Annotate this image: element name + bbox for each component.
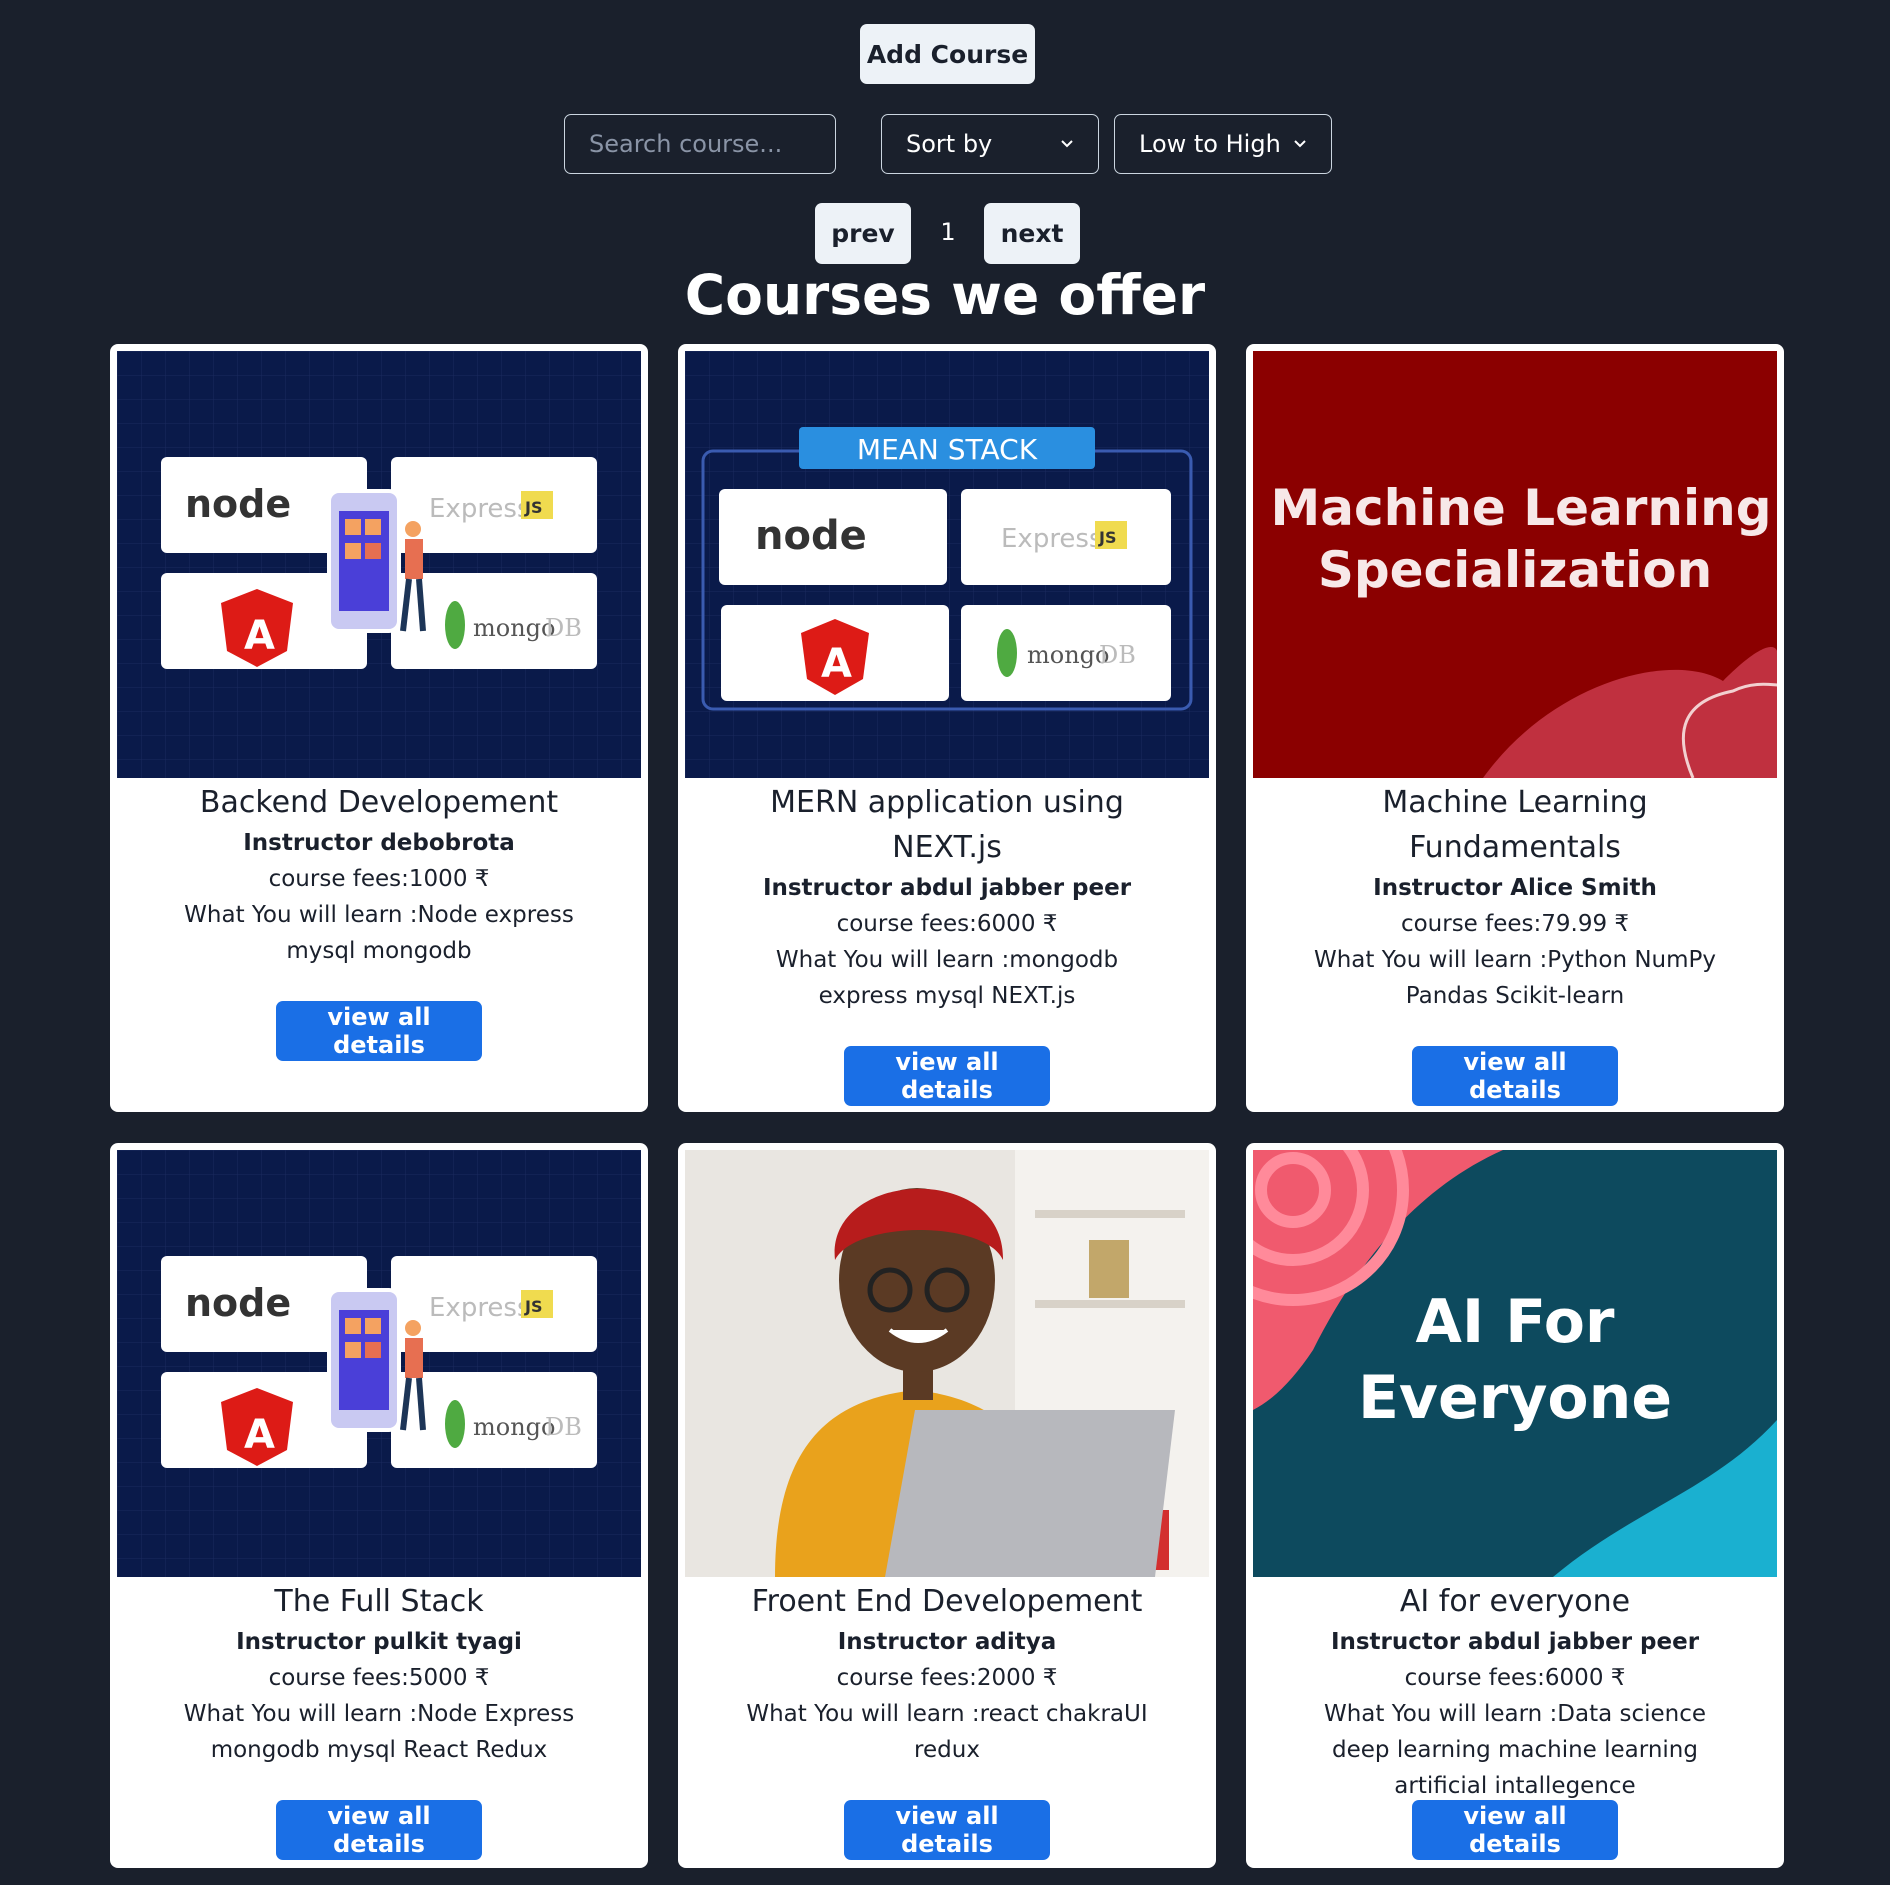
view-details-button[interactable]: view all details <box>276 1800 482 1860</box>
course-fee: course fees:6000 ₹ <box>1404 1665 1626 1691</box>
course-card: Froent End Developement Instructor adity… <box>678 1143 1216 1868</box>
course-learn: What You will learn :Data science deep l… <box>1323 1701 1707 1799</box>
add-course-button[interactable]: Add Course <box>860 24 1035 84</box>
svg-text:DB: DB <box>545 614 582 642</box>
course-title: Machine Learning Fundamentals <box>1382 785 1648 865</box>
svg-text:A: A <box>244 613 275 659</box>
course-learn: What You will learn :Node Express mongod… <box>183 1701 575 1763</box>
view-details-button[interactable]: view all details <box>1412 1800 1618 1860</box>
page-title: Courses we offer <box>684 263 1206 327</box>
svg-text:Express: Express <box>1001 524 1103 554</box>
prev-page-button[interactable]: prev <box>815 203 911 264</box>
svg-text:MEAN STACK: MEAN STACK <box>857 433 1038 466</box>
course-title: Froent End Developement <box>751 1584 1143 1619</box>
order-select[interactable]: Low to High <box>1114 114 1332 174</box>
course-instructor: Instructor pulkit tyagi <box>236 1629 522 1655</box>
order-label: Low to High <box>1139 130 1281 158</box>
view-details-button[interactable]: view all details <box>1412 1046 1618 1106</box>
course-instructor: Instructor abdul jabber peer <box>1330 1629 1700 1655</box>
course-image: node Express JS A mongo DB <box>117 351 641 778</box>
course-title: Backend Developement <box>199 785 559 820</box>
course-fee: course fees:6000 ₹ <box>836 911 1058 937</box>
sort-by-label: Sort by <box>906 130 993 158</box>
course-title: MERN application using NEXT.js <box>770 785 1124 865</box>
svg-text:DB: DB <box>545 1413 582 1441</box>
svg-text:mongo: mongo <box>473 614 555 642</box>
sort-by-select[interactable]: Sort by <box>881 114 1099 174</box>
course-instructor: Instructor aditya <box>837 1629 1057 1655</box>
search-input[interactable]: Search course... <box>564 114 836 174</box>
course-instructor: Instructor debobrota <box>243 830 515 856</box>
course-fee: course fees:5000 ₹ <box>268 1665 490 1691</box>
course-card: Machine Learning Specialization Machine … <box>1246 344 1784 1112</box>
view-details-button[interactable]: view all details <box>844 1046 1050 1106</box>
chevron-down-icon <box>1061 140 1073 148</box>
svg-text:Everyone: Everyone <box>1358 1363 1672 1433</box>
course-learn: What You will learn :Node express mysql … <box>184 902 574 964</box>
node-stack-graphic: node Express JS A mongo DB <box>117 1150 641 1577</box>
svg-text:JS: JS <box>524 1297 542 1316</box>
course-card: AI For Everyone AI for everyone Instruct… <box>1246 1143 1784 1868</box>
svg-text:Express: Express <box>429 494 531 524</box>
mean-stack-graphic: MEAN STACK node Express JS A mongo DB <box>685 351 1209 778</box>
search-placeholder: Search course... <box>589 130 783 158</box>
view-details-button[interactable]: view all details <box>844 1800 1050 1860</box>
course-card: MEAN STACK node Express JS A mongo DB ME… <box>678 344 1216 1112</box>
svg-text:AI For: AI For <box>1415 1287 1614 1357</box>
svg-text:Specialization: Specialization <box>1318 541 1712 599</box>
course-fee: course fees:2000 ₹ <box>836 1665 1058 1691</box>
course-fee: course fees:79.99 ₹ <box>1400 911 1630 937</box>
course-learn: What You will learn :Python NumPy Pandas… <box>1313 947 1717 1009</box>
ml-specialization-graphic: Machine Learning Specialization <box>1253 351 1777 778</box>
course-fee: course fees:1000 ₹ <box>268 866 490 892</box>
svg-text:node: node <box>755 513 867 559</box>
course-title: The Full Stack <box>274 1584 484 1619</box>
course-image: Machine Learning Specialization <box>1253 351 1777 778</box>
next-page-button[interactable]: next <box>984 203 1080 264</box>
svg-text:Express: Express <box>429 1293 531 1323</box>
svg-text:A: A <box>821 641 852 687</box>
course-card: node Express JS A mongo DB Backend Devel… <box>110 344 648 1112</box>
svg-text:A: A <box>244 1412 275 1458</box>
course-image <box>685 1150 1209 1577</box>
node-stack-graphic: node Express JS A mongo DB <box>117 351 641 778</box>
svg-text:mongo: mongo <box>1027 641 1109 669</box>
svg-text:JS: JS <box>1098 528 1116 547</box>
svg-text:JS: JS <box>524 498 542 517</box>
woman-laptop-photo <box>685 1150 1209 1577</box>
svg-text:node: node <box>185 482 291 526</box>
course-instructor: Instructor Alice Smith <box>1373 875 1657 901</box>
svg-text:Machine Learning: Machine Learning <box>1270 479 1771 537</box>
course-card: node Express JS A mongo DB The Full Stac… <box>110 1143 648 1868</box>
course-learn: What You will learn :react chakraUI redu… <box>746 1701 1148 1763</box>
ai-for-everyone-graphic: AI For Everyone <box>1253 1150 1777 1577</box>
course-instructor: Instructor abdul jabber peer <box>762 875 1132 901</box>
course-image: MEAN STACK node Express JS A mongo DB <box>685 351 1209 778</box>
course-image: node Express JS A mongo DB <box>117 1150 641 1577</box>
chevron-down-icon <box>1294 140 1306 148</box>
svg-text:DB: DB <box>1099 641 1136 669</box>
svg-text:mongo: mongo <box>473 1413 555 1441</box>
view-details-button[interactable]: view all details <box>276 1001 482 1061</box>
course-image: AI For Everyone <box>1253 1150 1777 1577</box>
course-title: AI for everyone <box>1399 1584 1631 1619</box>
page-number: 1 <box>940 218 956 246</box>
svg-text:node: node <box>185 1281 291 1325</box>
course-learn: What You will learn :mongodb express mys… <box>775 947 1119 1009</box>
